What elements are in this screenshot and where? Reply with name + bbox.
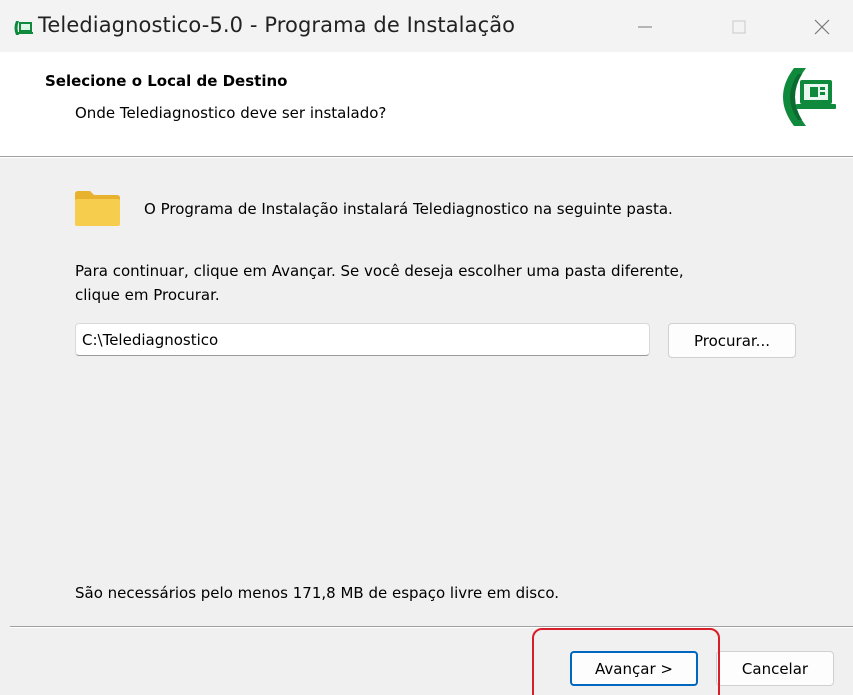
cancel-button[interactable]: Cancelar <box>716 651 834 686</box>
instructions-text: Para continuar, clique em Avançar. Se vo… <box>75 259 795 307</box>
telediagnostico-logo-icon <box>783 68 836 126</box>
header-divider-highlight <box>0 157 853 158</box>
browse-button[interactable]: Procurar... <box>668 323 796 358</box>
page-title: Selecione o Local de Destino <box>45 72 288 90</box>
maximize-icon <box>732 20 746 34</box>
minimize-icon <box>638 26 652 28</box>
disk-space-requirement: São necessários pelo menos 171,8 MB de e… <box>75 584 560 602</box>
instructions-line-2: clique em Procurar. <box>75 286 220 304</box>
folder-icon <box>75 191 120 226</box>
title-bar: Telediagnostico-5.0 - Programa de Instal… <box>0 0 853 52</box>
wizard-header: Selecione o Local de Destino Onde Teledi… <box>0 52 853 156</box>
app-icon <box>14 21 33 35</box>
maximize-button <box>716 10 762 44</box>
instructions-line-1: Para continuar, clique em Avançar. Se vo… <box>75 262 684 280</box>
close-button[interactable] <box>799 10 845 44</box>
destination-path-input[interactable] <box>75 323 650 356</box>
next-button-highlight-annotation <box>532 628 720 695</box>
footer-divider-highlight <box>10 627 853 628</box>
window-title: Telediagnostico-5.0 - Programa de Instal… <box>38 13 516 37</box>
minimize-button[interactable] <box>622 10 668 44</box>
page-subtitle: Onde Telediagnostico deve ser instalado? <box>75 104 387 122</box>
destination-info: O Programa de Instalação instalará Teled… <box>144 200 673 218</box>
close-icon <box>814 19 830 35</box>
